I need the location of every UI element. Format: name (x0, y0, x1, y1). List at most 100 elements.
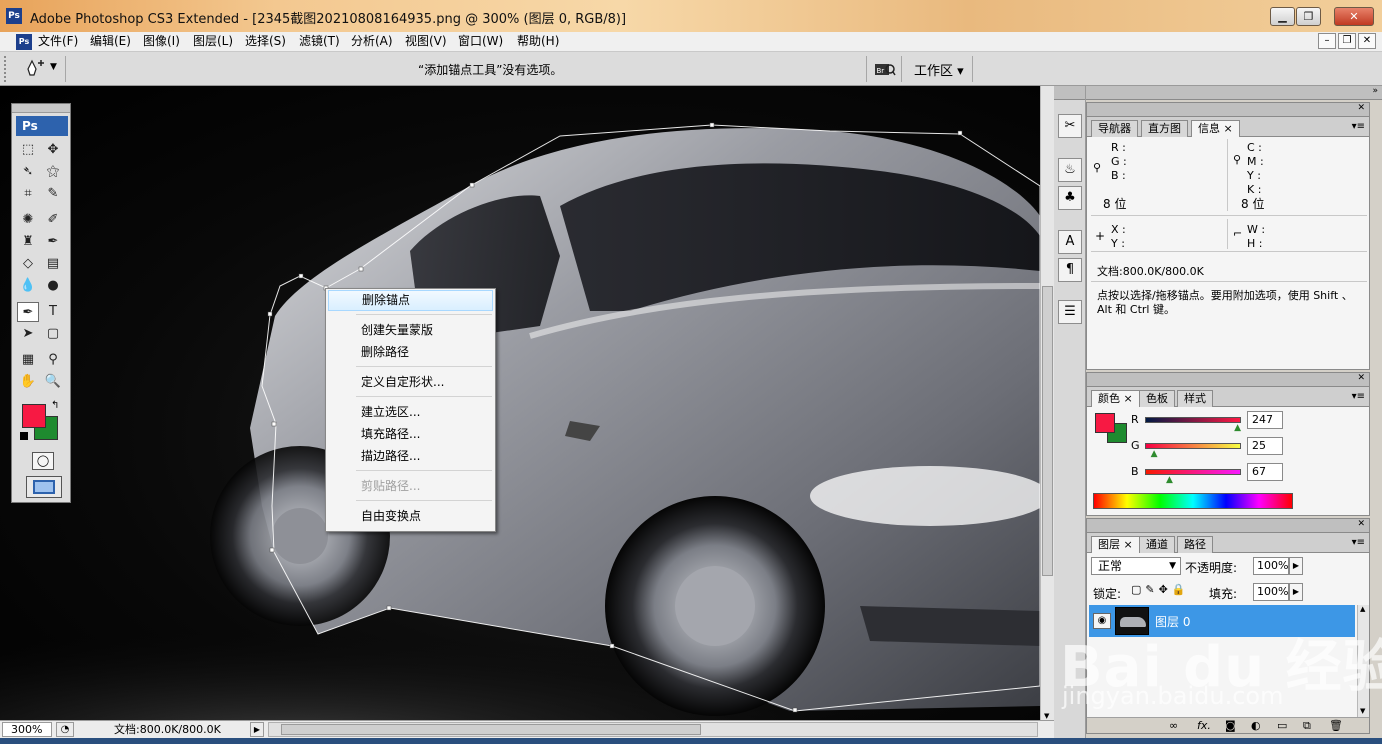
menu-fill-path[interactable]: 填充路径... (328, 424, 493, 445)
layers-panel-bar[interactable]: ✕ (1087, 519, 1369, 533)
minimize-button[interactable]: ▁ (1270, 7, 1295, 26)
menu-create-vector-mask[interactable]: 创建矢量蒙版 (328, 320, 493, 341)
canvas-scroll-thumb[interactable] (1042, 286, 1053, 576)
eyedropper-tool-icon[interactable]: ⚲ (42, 350, 64, 370)
menu-file[interactable]: 文件(F) (36, 33, 80, 50)
pen-tool-icon[interactable]: ✒ (17, 302, 39, 322)
info-panel-bar[interactable]: ✕ (1087, 103, 1369, 117)
color-spectrum-bar[interactable] (1093, 493, 1293, 509)
fill-slider-arrow[interactable]: ▶ (1289, 583, 1303, 601)
channel-g-thumb[interactable]: ▲ (1151, 449, 1158, 459)
brush-tool-icon[interactable]: ✐ (42, 210, 64, 230)
tab-close-icon[interactable]: × (1224, 122, 1233, 135)
opacity-input[interactable]: 100% (1253, 557, 1289, 575)
channel-b-thumb[interactable]: ▲ (1166, 475, 1173, 485)
fill-input[interactable]: 100% (1253, 583, 1289, 601)
menu-layer[interactable]: 图层(L) (191, 33, 235, 50)
tab-swatches[interactable]: 色板 (1139, 390, 1175, 407)
scroll-up-arrow[interactable]: ▲ (1360, 605, 1365, 613)
doc-restore-button[interactable]: ❐ (1338, 33, 1356, 49)
panel-menu-icon[interactable]: ▾≡ (1352, 121, 1365, 132)
new-layer-icon[interactable]: ⧉ (1303, 719, 1311, 733)
notes-tool-icon[interactable]: ▦ (17, 350, 39, 370)
menu-make-selection[interactable]: 建立选区... (328, 402, 493, 423)
mask-icon[interactable]: ◙ (1225, 719, 1236, 732)
tab-close-icon[interactable]: × (1124, 392, 1133, 405)
eyedropper-cmyk-icon[interactable]: ⚲ (1233, 153, 1241, 166)
panel-menu-icon[interactable]: ▾≡ (1352, 537, 1365, 548)
group-icon[interactable]: ▭ (1277, 719, 1287, 732)
panel-close-icon[interactable]: ✕ (1357, 519, 1365, 529)
channel-g-value[interactable]: 25 (1247, 437, 1283, 455)
panel-close-icon[interactable]: ✕ (1357, 103, 1365, 113)
brushes-icon[interactable]: ♨ (1058, 158, 1082, 182)
horizontal-scroll-thumb[interactable] (281, 724, 701, 735)
menu-stroke-path[interactable]: 描边路径... (328, 446, 493, 467)
eraser-tool-icon[interactable]: ◇ (17, 254, 39, 274)
panel-menu-icon[interactable]: ▾≡ (1352, 391, 1365, 402)
path-selection-tool-icon[interactable]: ➤ (17, 324, 39, 344)
canvas-horizontal-scrollbar[interactable] (268, 722, 1038, 737)
character-icon[interactable]: A (1058, 230, 1082, 254)
dodge-tool-icon[interactable]: ● (42, 276, 64, 296)
default-colors-icon[interactable] (20, 432, 28, 440)
options-grip[interactable] (4, 56, 10, 82)
color-panel-bar[interactable]: ✕ (1087, 373, 1369, 387)
lasso-tool-icon[interactable]: ➴ (17, 162, 39, 182)
collapse-panels-icon[interactable]: » (1372, 86, 1378, 96)
eyedropper-icon[interactable]: ⚲ (1093, 161, 1101, 174)
workspace-menu[interactable]: 工作区 ▾ (914, 60, 964, 79)
menu-select[interactable]: 选择(S) (243, 33, 288, 50)
trash-icon[interactable]: 🗑 (1329, 719, 1343, 732)
history-brush-tool-icon[interactable]: ✒ (42, 232, 64, 252)
gradient-tool-icon[interactable]: ▤ (42, 254, 64, 274)
channel-r-value[interactable]: 247 (1247, 411, 1283, 429)
blend-mode-select[interactable]: 正常 ▼ (1091, 557, 1181, 575)
tab-styles[interactable]: 样式 (1177, 390, 1213, 407)
document-canvas[interactable] (0, 86, 1040, 720)
close-button[interactable]: ✕ (1334, 7, 1374, 26)
menu-define-custom-shape[interactable]: 定义自定形状... (328, 372, 493, 393)
screen-mode-icon[interactable] (26, 476, 62, 498)
tab-close-icon[interactable]: × (1124, 538, 1133, 551)
channel-b-slider[interactable] (1145, 469, 1241, 475)
menu-analysis[interactable]: 分析(A) (349, 33, 395, 50)
swap-colors-icon[interactable]: ↰ (51, 400, 59, 411)
dock-header[interactable] (1054, 86, 1085, 100)
scroll-down-arrow[interactable]: ▼ (1360, 707, 1365, 715)
quick-mask-icon[interactable]: ◯ (32, 452, 54, 470)
scroll-down-arrow[interactable]: ▼ (1044, 712, 1049, 720)
zoom-icon[interactable]: ◔ (56, 722, 74, 737)
paragraph-icon[interactable]: ¶ (1058, 258, 1082, 282)
crop-tool-icon[interactable]: ⌗ (17, 184, 39, 204)
menu-delete-path[interactable]: 删除路径 (328, 342, 493, 363)
channel-r-thumb[interactable]: ▲ (1234, 423, 1241, 433)
tab-color[interactable]: 颜色 × (1091, 390, 1140, 407)
channel-r-slider[interactable] (1145, 417, 1241, 423)
zoom-tool-icon[interactable]: 🔍 (42, 372, 64, 392)
type-tool-icon[interactable]: T (42, 302, 64, 322)
link-icon[interactable]: ∞ (1169, 719, 1178, 732)
menu-filter[interactable]: 滤镜(T) (297, 33, 342, 50)
doc-close-button[interactable]: ✕ (1358, 33, 1376, 49)
blur-tool-icon[interactable]: 💧 (17, 276, 39, 296)
bridge-button[interactable]: Br (866, 56, 902, 82)
color-panel-fg-swatch[interactable] (1095, 413, 1115, 433)
channel-b-value[interactable]: 67 (1247, 463, 1283, 481)
healing-brush-tool-icon[interactable]: ✺ (17, 210, 39, 230)
layer-comps-icon[interactable]: ☰ (1058, 300, 1082, 324)
move-tool-icon[interactable]: ✥ (42, 140, 64, 160)
shape-tool-icon[interactable]: ▢ (42, 324, 64, 344)
tool-preset-picker[interactable]: ▼ (18, 56, 66, 82)
tab-info[interactable]: 信息 × (1191, 120, 1240, 137)
menu-free-transform-points[interactable]: 自由变换点 (328, 506, 493, 527)
fx-icon[interactable]: fx. (1197, 719, 1211, 732)
slice-tool-icon[interactable]: ✎ (42, 184, 64, 204)
marquee-tool-icon[interactable]: ⬚ (17, 140, 39, 160)
tab-channels[interactable]: 通道 (1139, 536, 1175, 553)
tool-presets-icon[interactable]: ✂ (1058, 114, 1082, 138)
channel-g-slider[interactable] (1145, 443, 1241, 449)
tab-navigator[interactable]: 导航器 (1091, 120, 1138, 137)
toolbox-grip[interactable] (12, 104, 70, 113)
panels-header[interactable]: » (1086, 86, 1382, 100)
